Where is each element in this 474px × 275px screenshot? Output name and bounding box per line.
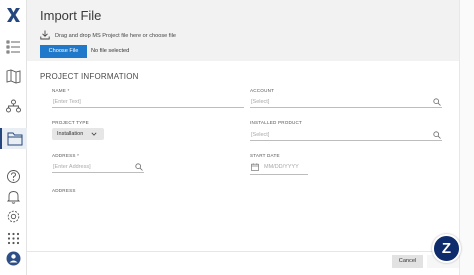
apps-grid-icon[interactable] bbox=[5, 230, 22, 247]
name-label: NAME * bbox=[52, 88, 70, 93]
installed-product-label: INSTALLED PRODUCT bbox=[250, 120, 303, 125]
address-field[interactable]: [Enter Address] bbox=[52, 162, 144, 173]
search-icon[interactable] bbox=[433, 98, 441, 106]
search-icon[interactable] bbox=[433, 131, 441, 139]
project-type-value: Installation bbox=[57, 131, 84, 137]
org-chart-icon[interactable] bbox=[5, 98, 22, 115]
import-file-panel: Import File Drag and drop MS Project fil… bbox=[27, 0, 474, 61]
address-secondary-label: ADDRESS bbox=[52, 188, 76, 193]
drop-zone-text[interactable]: Drag and drop MS Project file here or ch… bbox=[55, 33, 176, 39]
list-icon[interactable] bbox=[5, 38, 22, 55]
nav-rail bbox=[0, 0, 27, 275]
download-icon bbox=[40, 30, 50, 40]
help-icon[interactable] bbox=[5, 168, 22, 185]
search-icon[interactable] bbox=[135, 163, 143, 171]
account-label: ACCOUNT bbox=[250, 88, 275, 93]
folder-icon[interactable] bbox=[0, 128, 27, 149]
section-title: PROJECT INFORMATION bbox=[40, 72, 139, 81]
page-title: Import File bbox=[40, 8, 102, 23]
installed-product-select[interactable]: [Select] bbox=[250, 130, 442, 141]
map-icon[interactable] bbox=[5, 68, 22, 85]
account-select[interactable]: [Select] bbox=[250, 97, 442, 108]
choose-file-button[interactable]: Choose File bbox=[40, 45, 87, 58]
project-type-select[interactable]: Installation bbox=[52, 128, 104, 140]
cancel-button[interactable]: Cancel bbox=[392, 255, 423, 268]
address-label: ADDRESS * bbox=[52, 153, 80, 158]
address-placeholder: [Enter Address] bbox=[53, 164, 91, 170]
user-icon[interactable] bbox=[5, 250, 22, 267]
name-placeholder: [Enter Text] bbox=[53, 99, 81, 105]
assistant-fab[interactable]: Z bbox=[432, 234, 461, 263]
footer-divider bbox=[27, 251, 459, 252]
name-field[interactable]: [Enter Text] bbox=[52, 97, 244, 108]
bell-icon[interactable] bbox=[5, 188, 22, 205]
file-status: No file selected bbox=[91, 48, 130, 54]
start-date-field[interactable]: MM/DD/YYYY bbox=[264, 164, 299, 170]
scrollbar-track[interactable] bbox=[459, 0, 474, 275]
logo-x[interactable] bbox=[6, 7, 21, 23]
project-type-label: PROJECT TYPE bbox=[52, 120, 89, 125]
installed-product-placeholder: [Select] bbox=[251, 132, 270, 138]
chevron-down-icon bbox=[91, 132, 97, 136]
calendar-icon[interactable] bbox=[251, 163, 259, 171]
start-date-underline bbox=[250, 174, 308, 175]
start-date-label: START DATE bbox=[250, 153, 280, 158]
account-placeholder: [Select] bbox=[251, 99, 270, 105]
settings-icon[interactable] bbox=[5, 208, 22, 225]
